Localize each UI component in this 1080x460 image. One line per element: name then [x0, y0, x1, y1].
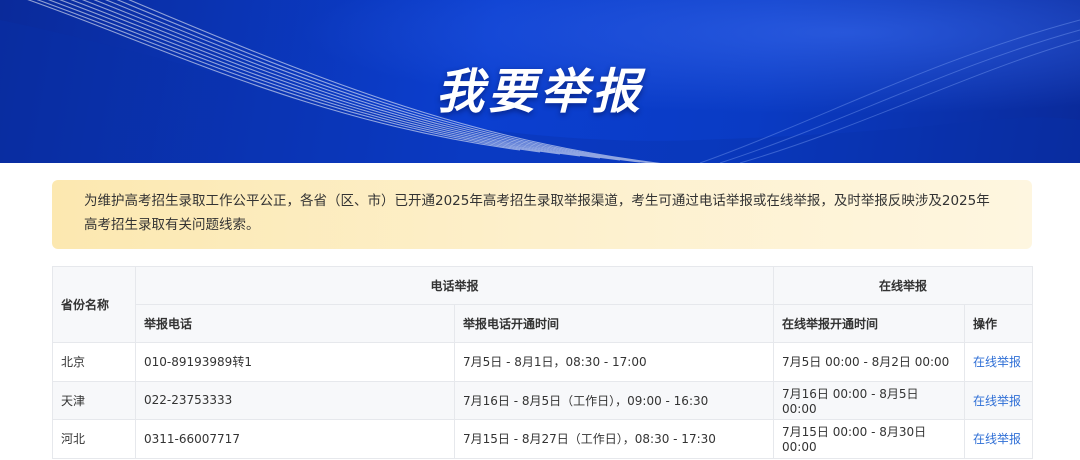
cell-province: 天津 [52, 380, 136, 420]
cell-online-time: 7月16日 00:00 - 8月5日 00:00 [773, 380, 966, 420]
online-report-link[interactable]: 在线举报 [973, 355, 1021, 369]
hero-banner: 我要举报 [0, 0, 1080, 163]
header-phone: 举报电话 [135, 304, 455, 343]
header-online-time: 在线举报开通时间 [773, 304, 966, 343]
notice-box: 为维护高考招生录取工作公平公正，各省（区、市）已开通2025年高考招生录取举报渠… [52, 180, 1032, 249]
page-title: 我要举报 [435, 64, 644, 120]
cell-province: 北京 [52, 342, 136, 382]
header-province: 省份名称 [52, 266, 136, 343]
cell-online-time: 7月15日 00:00 - 8月30日 00:00 [773, 419, 966, 459]
table-row: 北京 010-89193989转1 7月5日 - 8月1日，08:30 - 17… [52, 342, 1034, 382]
report-table: 省份名称 电话举报 在线举报 举报电话 举报电话开通时间 在线举报开通时间 操作… [52, 266, 1034, 459]
header-phone-time: 举报电话开通时间 [453, 304, 775, 343]
header-action: 操作 [964, 304, 1034, 343]
cell-phone: 010-89193989转1 [135, 342, 455, 382]
cell-online-time: 7月5日 00:00 - 8月2日 00:00 [773, 342, 966, 382]
cell-phone: 0311-66007717 [135, 419, 455, 459]
table-row: 天津 022-23753333 7月16日 - 8月5日（工作日），09:00 … [52, 380, 1034, 420]
header-online-group: 在线举报 [773, 266, 1034, 305]
online-report-link[interactable]: 在线举报 [973, 394, 1021, 408]
header-phone-group: 电话举报 [134, 266, 775, 305]
report-table-container: 省份名称 电话举报 在线举报 举报电话 举报电话开通时间 在线举报开通时间 操作… [52, 266, 1034, 459]
table-row: 河北 0311-66007717 7月15日 - 8月27日（工作日），08:3… [52, 419, 1034, 459]
cell-phone-time: 7月15日 - 8月27日（工作日），08:30 - 17:30 [453, 419, 775, 459]
cell-phone-time: 7月5日 - 8月1日，08:30 - 17:00 [453, 342, 775, 382]
cell-province: 河北 [52, 419, 136, 459]
notice-text: 为维护高考招生录取工作公平公正，各省（区、市）已开通2025年高考招生录取举报渠… [84, 193, 990, 233]
cell-phone-time: 7月16日 - 8月5日（工作日），09:00 - 16:30 [453, 380, 775, 420]
online-report-link[interactable]: 在线举报 [973, 432, 1021, 446]
cell-phone: 022-23753333 [135, 380, 455, 420]
